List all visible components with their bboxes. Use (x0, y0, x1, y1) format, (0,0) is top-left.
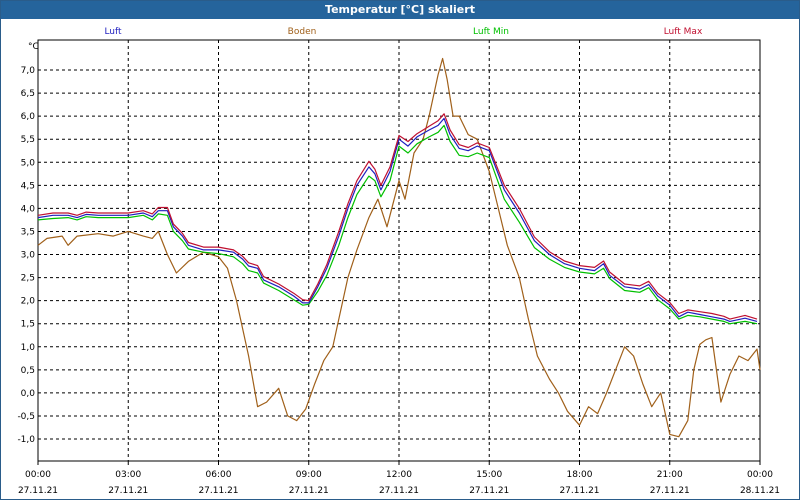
legend-entry: Luft Max (664, 27, 703, 37)
x-tick-time: 03:00 (115, 470, 141, 480)
y-tick-label: 1,5 (21, 320, 35, 330)
y-tick-label: -0,5 (17, 412, 35, 422)
x-tick-time: 00:00 (747, 470, 773, 480)
y-tick-label: 5,0 (21, 158, 36, 168)
x-tick-date: 27.11.21 (108, 486, 148, 496)
y-tick-label: 3,0 (21, 251, 36, 261)
x-tick-time: 09:00 (296, 470, 322, 480)
y-tick-label: -1,0 (17, 435, 35, 445)
grid (37, 40, 761, 465)
y-tick-label: 4,5 (21, 181, 35, 191)
x-tick-time: 21:00 (657, 470, 683, 480)
x-tick-date: 27.11.21 (379, 486, 419, 496)
y-tick-label: 4,0 (21, 204, 36, 214)
y-tick-labels: 7,0 6,5 6,0 5,5 5,0 4,5 4,0 3,5 3,0 2,5 2,0 1,5 1,0 0… (17, 66, 35, 445)
x-tick-date: 27.11.21 (198, 486, 238, 496)
x-tick-labels: 00:00 27.11.21 03:00 27.11.21 06:00 27.11.21 0… (18, 470, 780, 496)
x-tick-date: 27.11.21 (469, 486, 509, 496)
series-line-luft (37, 117, 758, 322)
temperature-chart: °C 7,0 6,5 6,0 5,5 5,0 4,5 4,0 3,5 3,0 2,5 2,0 1,5 1… (17, 27, 780, 496)
x-tick-date: 27.11.21 (18, 486, 58, 496)
x-tick-time: 00:00 (25, 470, 51, 480)
y-tick-label: 0,5 (21, 366, 35, 376)
series-line-boden (37, 57, 761, 438)
series-line-luft-min (37, 124, 758, 325)
y-tick-label: 0,0 (21, 389, 36, 399)
x-tick-time: 15:00 (476, 470, 502, 480)
legend-entry: Luft (104, 27, 122, 37)
x-tick-date: 27.11.21 (559, 486, 599, 496)
y-tick-label: 2,0 (21, 297, 36, 307)
x-tick-time: 18:00 (567, 470, 593, 480)
y-tick-label: 2,5 (21, 274, 35, 284)
x-tick-date: 28.11.21 (740, 486, 780, 496)
legend-entry: Boden (288, 27, 317, 37)
y-tick-label: 1,0 (21, 343, 36, 353)
x-tick-time: 12:00 (386, 470, 412, 480)
y-tick-label: 7,0 (21, 66, 36, 76)
x-tick-time: 06:00 (206, 470, 232, 480)
series-lines (37, 57, 761, 438)
y-tick-label: 6,5 (21, 89, 35, 99)
legend: Luft Boden Luft Min Luft Max (104, 27, 703, 37)
y-tick-label: 3,5 (21, 227, 35, 237)
y-tick-label: 5,5 (21, 135, 35, 145)
y-axis-label: °C (28, 42, 39, 52)
y-tick-label: 6,0 (21, 112, 36, 122)
x-tick-date: 27.11.21 (289, 486, 329, 496)
legend-entry: Luft Min (473, 27, 509, 37)
x-tick-date: 27.11.21 (650, 486, 690, 496)
